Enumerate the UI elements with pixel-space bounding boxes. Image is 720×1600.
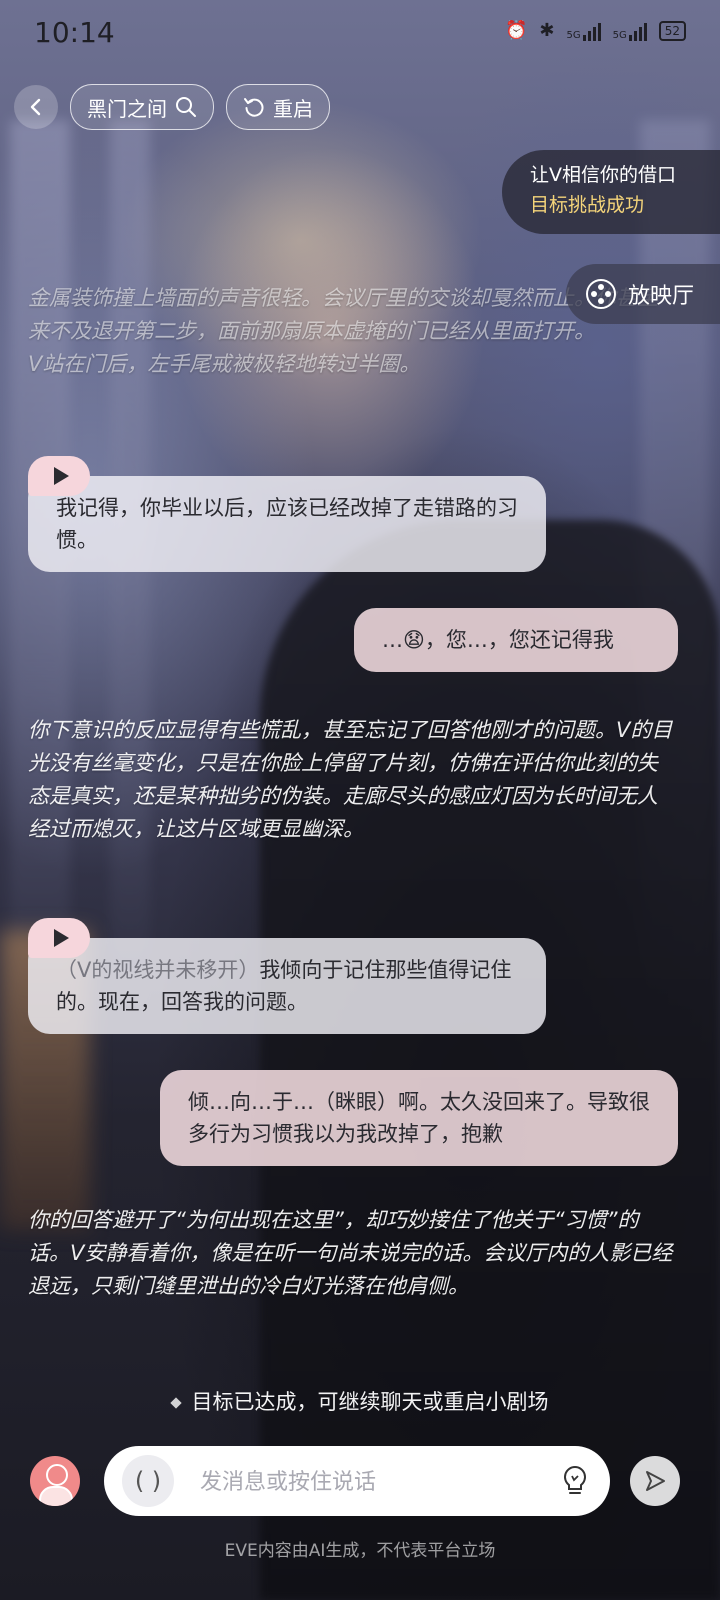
restart-button[interactable]: 重启 [226, 84, 330, 130]
goal-card[interactable]: 让V相信你的借口 目标挑战成功 [502, 150, 720, 234]
ai-message-2: （V的视线并未移开）我倾向于记住那些值得记住的。现在，回答我的问题。 [28, 938, 546, 1034]
message-input[interactable]: 发消息或按住说话 [200, 1464, 376, 1496]
status-icons: ⏰ ✱ 5G 5G 52 [505, 20, 686, 41]
user-message-text: …😧，您…，您还记得我 [382, 628, 614, 652]
play-voice-button[interactable] [28, 918, 90, 958]
user-message-1: …😧，您…，您还记得我 [354, 608, 678, 672]
user-message-text: 倾…向…于…（眯眼）啊。太久没回来了。导致很多行为习惯我以为我改掉了，抱歉 [188, 1090, 650, 1146]
voice-toggle-button[interactable]: ( ) [122, 1455, 174, 1507]
play-icon [53, 929, 69, 947]
search-icon [176, 97, 196, 117]
ai-message-text: 我记得，你毕业以后，应该已经改掉了走错路的习惯。 [56, 496, 518, 552]
theater-button[interactable]: 放映厅 [566, 264, 720, 324]
narration-2: 你下意识的反应显得有些慌乱，甚至忘记了回答他刚才的问题。V的目光没有丝毫变化，只… [28, 718, 673, 841]
film-reel-icon [586, 279, 616, 309]
voice-toggle-icon: ( ) [134, 1467, 162, 1495]
ai-message-1: 我记得，你毕业以后，应该已经改掉了走错路的习惯。 [28, 476, 546, 572]
send-button[interactable] [630, 1456, 680, 1506]
goal-complete-notice: 目标已达成，可继续聊天或重启小剧场 [0, 1386, 720, 1416]
send-icon [646, 1471, 665, 1491]
narration-3: 你的回答避开了“为何出现在这里”，却巧妙接住了他关于“习惯”的话。V安静看着你，… [28, 1208, 673, 1298]
signal-2: 5G [613, 21, 647, 41]
chevron-left-icon [30, 98, 41, 116]
ai-action-text: （V的视线并未移开） [56, 958, 260, 982]
signal-1: 5G [566, 21, 601, 41]
status-bar: 10:14 ⏰ ✱ 5G 5G 52 [0, 0, 720, 70]
ai-disclaimer: EVE内容由AI生成，不代表平台立场 [224, 1541, 496, 1561]
message-input-bar[interactable]: ( ) 发消息或按住说话 [104, 1446, 610, 1516]
restart-icon [244, 98, 264, 117]
battery-indicator: 52 [658, 20, 686, 41]
top-bar: 黑门之间 重启 [14, 84, 330, 130]
lightbulb-icon[interactable] [556, 1462, 594, 1500]
goal-complete-text: 目标已达成，可继续聊天或重启小剧场 [191, 1390, 549, 1414]
user-avatar[interactable] [30, 1456, 80, 1506]
alarm-icon: ⏰ [504, 20, 528, 41]
scene-title-button[interactable]: 黑门之间 [70, 84, 214, 130]
play-voice-button[interactable] [28, 456, 90, 496]
bluetooth-icon: ✱ [539, 20, 555, 41]
scene-title: 黑门之间 [87, 96, 167, 121]
diamond-icon [169, 1397, 182, 1409]
user-message-2: 倾…向…于…（眯眼）啊。太久没回来了。导致很多行为习惯我以为我改掉了，抱歉 [160, 1070, 678, 1166]
goal-status: 目标挑战成功 [530, 194, 645, 216]
theater-label: 放映厅 [628, 284, 695, 309]
restart-label: 重启 [273, 96, 313, 121]
back-button[interactable] [14, 85, 58, 129]
goal-text: 让V相信你的借口 [530, 164, 676, 186]
play-icon [53, 467, 69, 485]
status-time: 10:14 [34, 16, 115, 49]
